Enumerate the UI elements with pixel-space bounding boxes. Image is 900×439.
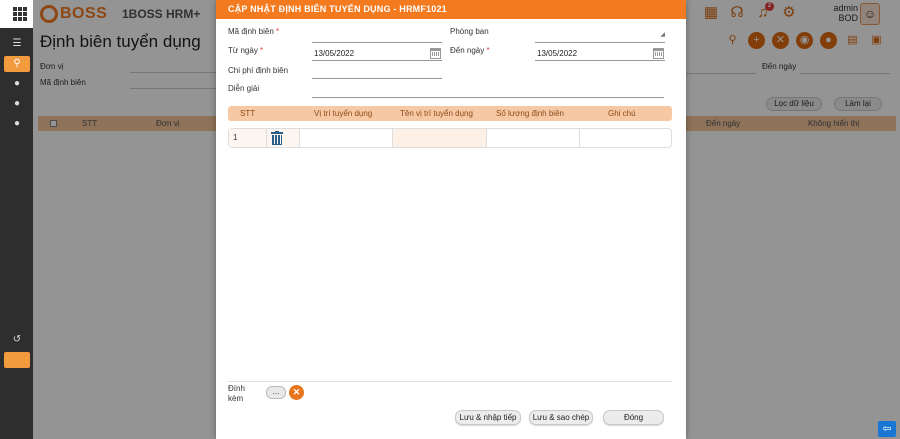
grid-th-position-name: Tên vị trí tuyển dụng: [400, 109, 473, 118]
attach-browse-button[interactable]: ...: [266, 386, 286, 399]
apps-grid-icon[interactable]: [13, 7, 27, 21]
divider: [228, 381, 672, 382]
sidebar-item-active[interactable]: ⚲: [4, 56, 30, 72]
row-quantity-input[interactable]: [487, 129, 580, 147]
sidebar-item-5[interactable]: ↺: [4, 332, 30, 348]
attachment-label: Đính kèm: [228, 384, 245, 403]
sidebar-item-3[interactable]: ●: [4, 96, 30, 112]
to-date-label: Đến ngày *: [450, 46, 490, 55]
from-date-label: Từ ngày *: [228, 46, 264, 55]
grid-th-position: Vị trí tuyển dụng: [314, 109, 373, 118]
grid-th-quantity: Số lượng định biên: [496, 109, 564, 118]
calendar-icon[interactable]: [653, 48, 664, 59]
department-label: Phòng ban: [450, 27, 489, 36]
grid-th-stt: STT: [240, 109, 256, 118]
remove-attachment-icon[interactable]: ✕: [289, 385, 304, 400]
trash-icon[interactable]: [271, 131, 283, 145]
row-position-input[interactable]: [300, 129, 393, 147]
code-input[interactable]: [312, 29, 442, 43]
cost-input[interactable]: [312, 65, 442, 79]
grid-header: STT Vị trí tuyển dụng Tên vị trí tuyển d…: [228, 106, 672, 121]
sidebar: ☰ ⚲ ● ● ● ↺: [0, 28, 33, 439]
row-stt: 1: [229, 129, 267, 147]
sidebar-item-6[interactable]: [4, 352, 30, 368]
resize-corner-icon: ◢: [660, 32, 665, 38]
menu-list-icon[interactable]: ☰: [4, 36, 30, 52]
save-next-button[interactable]: Lưu & nhập tiếp: [455, 410, 521, 425]
from-date-value: 13/05/2022: [314, 49, 355, 58]
from-date-input[interactable]: 13/05/2022: [312, 47, 442, 61]
grid-th-note: Ghi chú: [608, 109, 636, 118]
description-input[interactable]: [312, 84, 664, 98]
dialog-title: CẬP NHẬT ĐỊNH BIÊN TUYỂN DỤNG - HRMF1021: [216, 0, 686, 19]
to-date-value: 13/05/2022: [537, 49, 578, 58]
sidebar-item-4[interactable]: ●: [4, 116, 30, 132]
calendar-icon[interactable]: [430, 48, 441, 59]
sidebar-item-2[interactable]: ●: [4, 76, 30, 92]
row-note-input[interactable]: [580, 129, 671, 147]
cost-label: Chi phí định biên: [228, 66, 289, 75]
logout-icon[interactable]: ⇦: [878, 421, 896, 437]
description-label: Diễn giải: [228, 84, 260, 93]
close-button[interactable]: Đóng: [603, 410, 664, 425]
row-position-name: [393, 129, 487, 147]
to-date-input[interactable]: 13/05/2022: [535, 47, 665, 61]
table-row: 1: [228, 128, 672, 148]
code-label: Mã định biên *: [228, 27, 280, 36]
save-copy-button[interactable]: Lưu & sao chép: [529, 410, 593, 425]
department-select[interactable]: ◢: [535, 29, 665, 43]
